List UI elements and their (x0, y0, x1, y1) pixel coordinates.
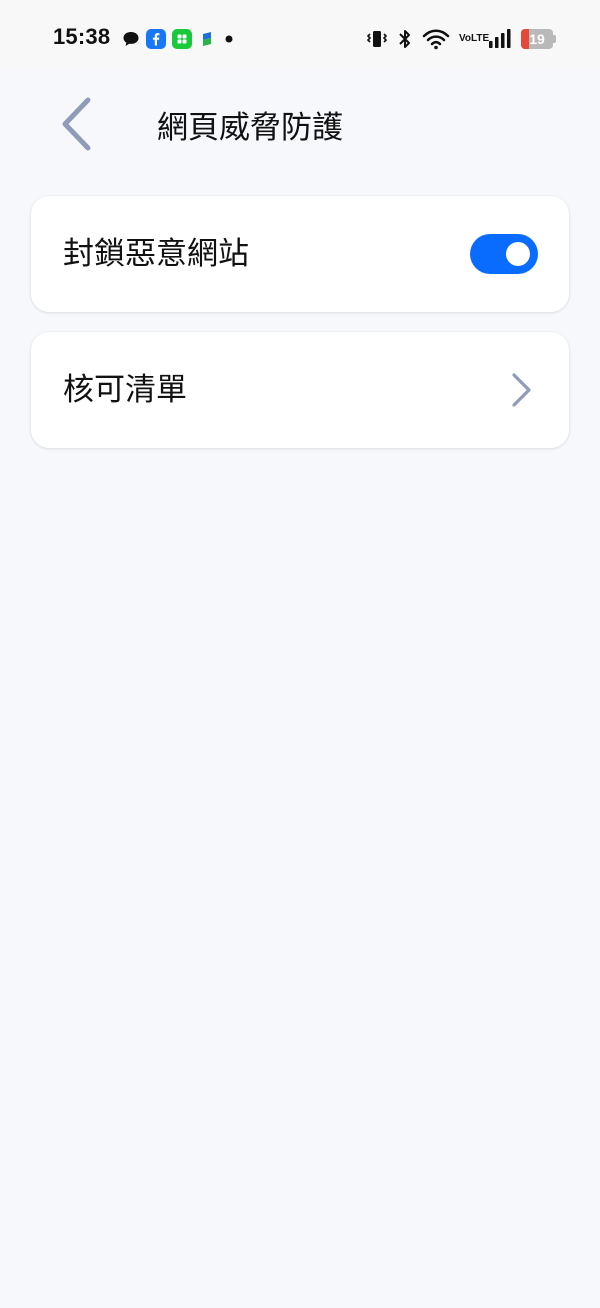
signal-icon (488, 28, 512, 50)
system-icons: Vo LTE 19 (366, 26, 557, 52)
notification-icons (122, 28, 236, 50)
status-bar: 15:38 Vo LTE 19 (0, 0, 600, 70)
dot-icon (222, 32, 236, 46)
vibrate-icon (366, 28, 388, 50)
block-malicious-sites-label: 封鎖惡意網站 (63, 236, 249, 272)
volte-bottom-label: LTE (471, 33, 490, 44)
back-button[interactable] (52, 96, 100, 156)
block-malicious-sites-toggle[interactable] (470, 234, 538, 274)
volte-top-label: Vo (459, 33, 472, 44)
approved-list-label: 核可清單 (63, 372, 187, 408)
chat-bubble-icon (122, 30, 140, 48)
app-green-icon (172, 29, 192, 49)
facebook-icon (146, 29, 166, 49)
wifi-icon (422, 28, 450, 50)
battery-icon: 19 (521, 29, 557, 49)
block-malicious-sites-row[interactable]: 封鎖惡意網站 (31, 196, 569, 312)
page-title: 網頁威脅防護 (157, 110, 343, 146)
battery-tip (553, 35, 556, 43)
toggle-knob (506, 242, 530, 266)
battery-level: 19 (529, 31, 545, 47)
approved-list-row[interactable]: 核可清單 (31, 332, 569, 448)
chevron-left-icon (58, 96, 94, 156)
status-time: 15:38 (53, 24, 111, 49)
bluetooth-icon (397, 28, 413, 50)
volte-icon: Vo LTE (459, 33, 489, 44)
chevron-right-icon (509, 372, 533, 408)
app-blue-green-icon (198, 30, 216, 48)
